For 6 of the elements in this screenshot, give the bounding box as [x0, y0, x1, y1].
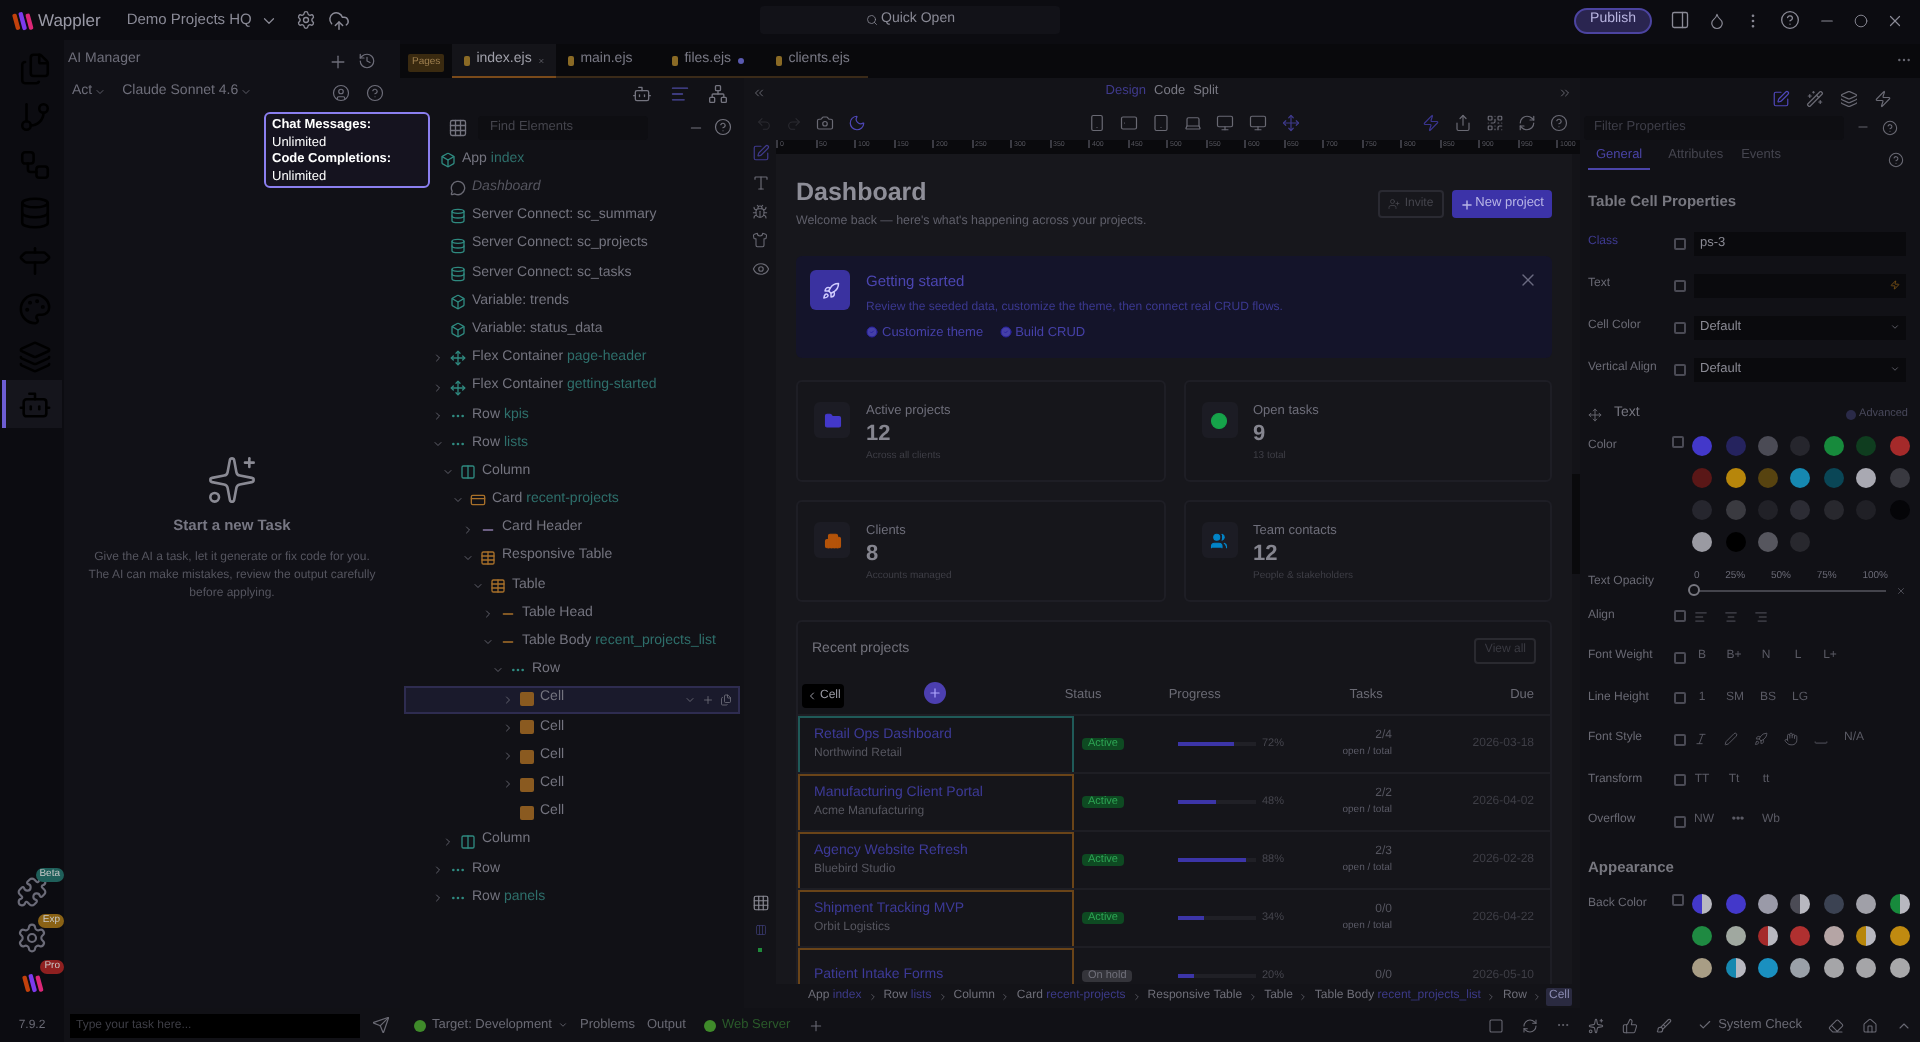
stat-value: 12 [866, 422, 893, 449]
app-name: Wappler [38, 7, 101, 33]
page-title: Dashboard [796, 178, 929, 208]
stat-value: 12 [1253, 542, 1280, 569]
stat-value: 8 [866, 542, 881, 569]
stat-value: 9 [1253, 422, 1267, 449]
